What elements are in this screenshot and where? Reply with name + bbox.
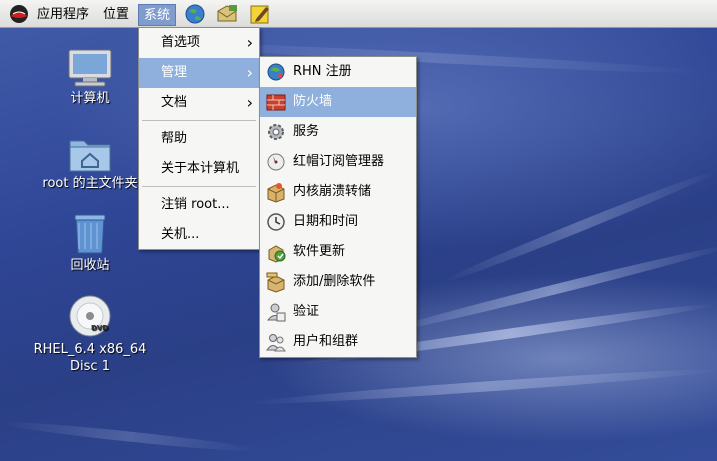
dvd-badge-text: DVD: [91, 324, 108, 332]
subscription-manager-icon: [267, 153, 285, 171]
submenu-item-software-update[interactable]: 软件更新: [260, 237, 416, 267]
home-folder-icon: [69, 140, 111, 172]
submenu-item-firewall[interactable]: 防火墙: [260, 87, 416, 117]
menu-system[interactable]: 系统: [138, 4, 177, 26]
submenu-item-label: 验证: [293, 304, 320, 319]
desktop-icon-label: RHEL_6.4 x86_64 Disc 1: [33, 342, 147, 374]
menu-applications[interactable]: 应用程序: [37, 4, 89, 26]
trash-icon: [74, 214, 106, 254]
submenu-item-users-groups[interactable]: 用户和组群: [260, 327, 416, 357]
desktop-icon-dvd[interactable]: DVD RHEL_6.4 x86_64 Disc 1: [30, 293, 150, 375]
submenu-item-date-time[interactable]: 日期和时间: [260, 207, 416, 237]
submenu-item-label: 内核崩溃转储: [293, 184, 372, 199]
submenu-item-label: 软件更新: [293, 244, 346, 259]
submenu-item-label: 用户和组群: [293, 334, 359, 349]
menu-item-label: 帮助: [161, 131, 188, 146]
kdump-box-icon: [267, 183, 285, 203]
submenu-item-label: 服务: [293, 124, 320, 139]
email-client-icon[interactable]: [215, 3, 239, 25]
menu-item-administration[interactable]: 管理 ›: [139, 58, 259, 88]
menu-item-logout[interactable]: 注销 root...: [139, 190, 259, 220]
note-pencil-icon[interactable]: [248, 3, 272, 25]
services-gear-icon: [268, 124, 284, 140]
system-menu: 首选项 › 管理 › 文档 › 帮助 关于本计算机 注销 root... 关机.…: [138, 27, 260, 250]
submenu-item-subscription-manager[interactable]: 红帽订阅管理器: [260, 147, 416, 177]
menu-item-label: 关于本计算机: [161, 161, 240, 176]
menu-item-about-computer[interactable]: 关于本计算机: [139, 154, 259, 184]
submenu-item-rhn-register[interactable]: RHN 注册: [260, 57, 416, 87]
menu-item-preferences[interactable]: 首选项 ›: [139, 28, 259, 58]
desktop-icon-label: 计算机: [70, 91, 110, 106]
authentication-icon: [266, 303, 286, 322]
submenu-item-kdump[interactable]: 内核崩溃转储: [260, 177, 416, 207]
administration-submenu: RHN 注册 防火墙 服务 红帽订阅管理器 内核崩溃转储 日期和时间 软件更新 …: [259, 56, 417, 358]
submenu-item-label: 添加/删除软件: [293, 274, 376, 289]
menu-item-label: 首选项: [161, 35, 201, 50]
desktop-icon-trash[interactable]: 回收站: [30, 213, 150, 274]
menu-item-label: 注销 root...: [161, 197, 230, 212]
desktop-icon-label: root 的主文件夹: [42, 176, 138, 191]
top-panel: 应用程序 位置 系统: [0, 0, 717, 28]
redhat-logo-icon[interactable]: [7, 4, 31, 24]
submenu-item-services[interactable]: 服务: [260, 117, 416, 147]
menu-item-label: 管理: [161, 65, 188, 80]
menu-item-documentation[interactable]: 文档 ›: [139, 88, 259, 118]
menu-item-shutdown[interactable]: 关机...: [139, 220, 259, 250]
rhn-register-icon: [267, 63, 285, 81]
users-groups-icon: [266, 334, 286, 352]
chevron-right-icon: ›: [246, 33, 253, 52]
chevron-right-icon: ›: [246, 63, 253, 82]
menu-item-help[interactable]: 帮助: [139, 124, 259, 154]
web-browser-globe-icon[interactable]: [183, 3, 207, 25]
submenu-item-add-remove-software[interactable]: 添加/删除软件: [260, 267, 416, 297]
desktop-icon-home-folder[interactable]: root 的主文件夹: [30, 133, 150, 192]
clock-icon: [267, 213, 285, 231]
firewall-icon: [266, 94, 286, 111]
submenu-item-label: 日期和时间: [293, 214, 359, 229]
add-remove-software-icon: [266, 272, 285, 293]
menu-places[interactable]: 位置: [103, 4, 129, 26]
software-update-icon: [268, 245, 286, 263]
dvd-disc-icon: DVD: [69, 295, 111, 337]
desktop-icon-label: 回收站: [70, 258, 110, 273]
submenu-item-authentication[interactable]: 验证: [260, 297, 416, 327]
menu-item-label: 文档: [161, 95, 188, 110]
submenu-item-label: RHN 注册: [293, 64, 352, 79]
menu-item-label: 关机...: [161, 227, 200, 242]
chevron-right-icon: ›: [246, 93, 253, 112]
computer-icon: [68, 49, 112, 87]
desktop-icon-computer[interactable]: 计算机: [30, 48, 150, 107]
submenu-item-label: 红帽订阅管理器: [293, 154, 385, 169]
submenu-item-label: 防火墙: [293, 94, 333, 109]
